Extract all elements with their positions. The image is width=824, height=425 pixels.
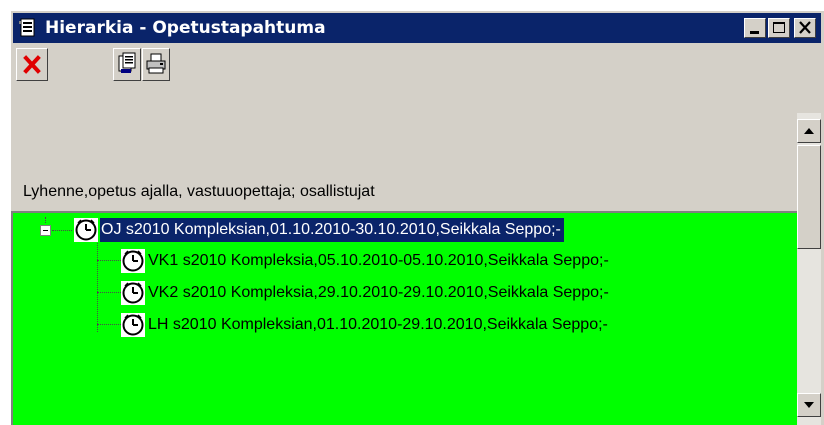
- tree-connector: [97, 260, 121, 261]
- scroll-thumb[interactable]: [797, 145, 821, 249]
- close-window-button[interactable]: [794, 18, 816, 38]
- column-header: Lyhenne,opetus ajalla, vastuuopettaja; o…: [23, 183, 375, 200]
- tree-node-label: LH s2010 Kompleksian,01.10.2010-29.10.20…: [148, 316, 608, 333]
- toolbar: [13, 45, 821, 85]
- content-area: Lyhenne,opetus ajalla, vastuuopettaja; o…: [11, 113, 797, 425]
- maximize-icon: [773, 22, 785, 33]
- close-icon: [799, 21, 811, 34]
- maximize-button[interactable]: [768, 18, 790, 38]
- red-x-icon: [23, 55, 41, 74]
- tree-node-label: VK2 s2010 Kompleksia,29.10.2010-29.10.20…: [148, 284, 609, 301]
- minimize-button[interactable]: [744, 18, 766, 38]
- collapse-toggle[interactable]: [40, 225, 51, 236]
- window-title: Hierarkia - Opetustapahtuma: [45, 18, 326, 38]
- vertical-scrollbar[interactable]: [797, 113, 821, 425]
- clock-icon: [121, 281, 145, 305]
- tree-connector: [45, 217, 46, 223]
- scroll-up-button[interactable]: [797, 119, 821, 143]
- tree-connector: [52, 230, 72, 231]
- tree-connector: [97, 324, 121, 325]
- title-bar[interactable]: Hierarkia - Opetustapahtuma: [13, 13, 821, 43]
- clock-icon: [121, 249, 145, 273]
- delete-button[interactable]: [16, 48, 48, 81]
- arrow-down-icon: [804, 402, 814, 408]
- hierarchy-tree[interactable]: OJ s2010 Kompleksian,01.10.2010-30.10.20…: [11, 211, 797, 425]
- arrow-up-icon: [804, 128, 814, 134]
- tree-node-label: OJ s2010 Kompleksian,01.10.2010-30.10.20…: [100, 218, 564, 242]
- hierarchy-window: Hierarkia - Opetustapahtuma Lyhenne,opet…: [10, 10, 824, 425]
- document-icon: [118, 52, 136, 73]
- document-tree-icon: [18, 18, 38, 38]
- details-button[interactable]: [113, 48, 141, 81]
- clock-icon: [74, 218, 98, 242]
- tree-connector: [97, 243, 98, 332]
- minimize-icon: [750, 31, 759, 34]
- clock-icon: [121, 313, 145, 337]
- print-button[interactable]: [142, 48, 170, 81]
- tree-node-label: VK1 s2010 Kompleksia,05.10.2010-05.10.20…: [148, 252, 609, 269]
- tree-connector: [97, 292, 121, 293]
- printer-icon: [146, 53, 166, 74]
- scroll-down-button[interactable]: [797, 393, 821, 417]
